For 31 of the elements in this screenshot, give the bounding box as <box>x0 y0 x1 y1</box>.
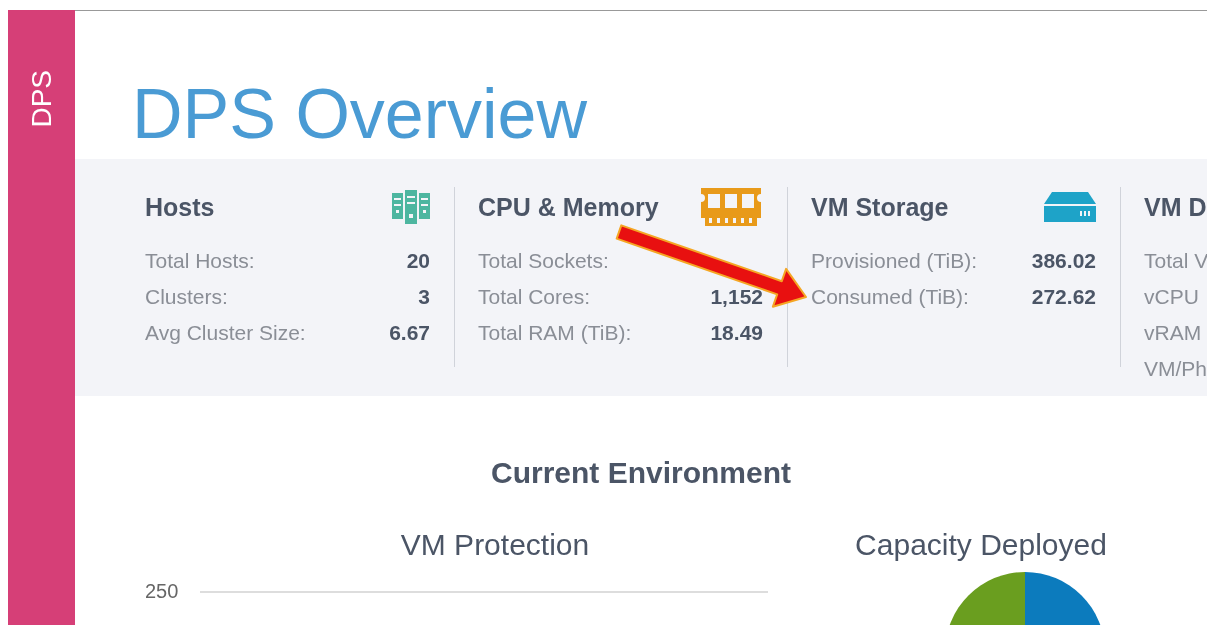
stat-label: Avg Cluster Size: <box>145 321 306 346</box>
section-title: Current Environment <box>491 456 791 489</box>
stat-label: Clusters: <box>145 285 228 310</box>
stat-value: 386.02 <box>1031 249 1096 274</box>
card-heading: VM Storage <box>811 192 949 222</box>
stat-value: 18.49 <box>710 321 763 346</box>
chart-title: Capacity Deployed <box>854 528 1108 563</box>
stat-value: 6.67 <box>389 321 430 346</box>
stat-value: 272.62 <box>1031 285 1096 310</box>
stat-label: Total Cores: <box>478 285 591 310</box>
stat-value: 20 <box>406 249 430 274</box>
axis-tick-label: 250 <box>145 580 179 603</box>
sidebar-label: DPS <box>25 70 58 128</box>
server-rack-icon <box>392 190 430 224</box>
stat-label: Total RAM (TiB): <box>478 321 632 346</box>
card-heading: CPU & Memory <box>478 192 659 222</box>
card-heading: VM D <box>1144 192 1207 222</box>
stat-label: Consumed (TiB): <box>811 285 969 310</box>
stat-label: vRAM <box>1144 321 1202 346</box>
stat-label: Provisioned (TiB): <box>811 249 978 274</box>
memory-module-icon <box>699 188 763 226</box>
storage-drive-icon <box>1044 192 1096 222</box>
stat-label: VM/Ph <box>1144 357 1207 382</box>
stat-label: Total Hosts: <box>145 249 255 274</box>
stat-value: 3 <box>418 285 430 310</box>
stat-label: Total Sockets: <box>478 249 609 274</box>
chart-title: VM Protection <box>399 528 591 563</box>
page-title: DPS Overview <box>131 74 589 155</box>
stat-value: 1,152 <box>710 285 763 310</box>
card-heading: Hosts <box>145 192 215 222</box>
stat-label: vCPU <box>1144 285 1199 310</box>
